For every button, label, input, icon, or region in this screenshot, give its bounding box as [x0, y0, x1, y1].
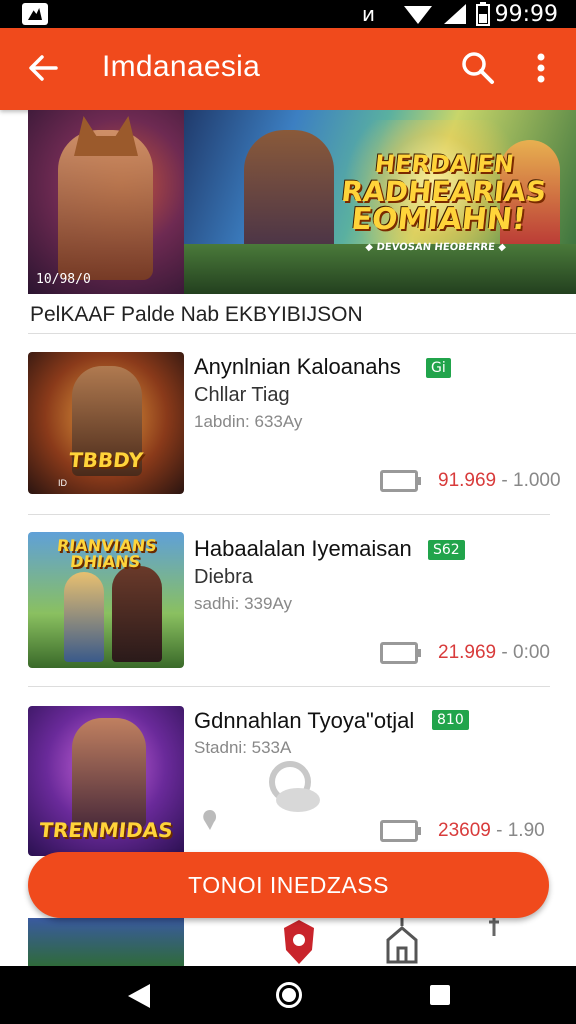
red-shield-icon[interactable] [274, 916, 324, 966]
ghost-pin-icon [203, 810, 217, 830]
game-thumbnail: RIANVIANS DHIANS [28, 532, 184, 668]
rating-badge: Gi [426, 358, 451, 378]
banner-corner-tag: 10/98/0 [36, 272, 91, 287]
item-subtitle: Chllar Tiag [194, 384, 290, 406]
install-icon[interactable] [380, 820, 421, 842]
price-suffix: 1.90 [507, 820, 545, 841]
primary-action-button[interactable]: TONOI INEDZASS [28, 852, 549, 918]
thumbnail-sub: ID [58, 478, 67, 488]
section-header: PelKAAF Palde Nab EKBYIBIJSON [28, 294, 576, 334]
banner-hero-art [28, 110, 184, 294]
more-vert-icon[interactable] [526, 48, 556, 88]
item-price: 91.969 - 1.000 [438, 470, 561, 492]
search-icon[interactable] [458, 48, 498, 88]
item-subtitle: Diebra [194, 566, 253, 588]
next-item-thumbnail [28, 918, 184, 966]
item-price: 21.969 - 0:00 [438, 642, 550, 664]
banner-title-line: HERDAIEN [373, 150, 516, 178]
item-price: 23609 - 1.90 [438, 820, 545, 842]
loading-ghost-icon [269, 761, 320, 812]
status-time: 99:99 [494, 2, 558, 27]
item-name: Anynlnian Kaloanahs [194, 354, 401, 379]
price-value: 21.969 [438, 642, 497, 663]
cell-signal-icon [444, 4, 466, 24]
section-title: PelKAAF Palde Nab EKBYIBIJSON [30, 303, 363, 326]
battery-icon [476, 2, 490, 26]
back-arrow-icon[interactable] [24, 48, 64, 88]
rating-badge: S62 [428, 540, 465, 560]
price-separator: - [496, 470, 514, 491]
app-bar: Imdanaesia [0, 28, 576, 110]
price-value: 23609 [438, 820, 491, 841]
game-thumbnail: TBBDY ID [28, 352, 184, 494]
nav-recents-icon[interactable] [430, 985, 450, 1005]
list-item[interactable]: RIANVIANS DHIANS Habaalalan Iyemaisan S6… [0, 528, 576, 698]
install-icon[interactable] [380, 642, 421, 664]
price-separator: - [496, 642, 514, 663]
nav-home-icon[interactable] [276, 982, 302, 1008]
system-nav-bar [0, 966, 576, 1024]
list-divider [28, 686, 550, 687]
wifi-icon [404, 6, 432, 24]
thumbnail-character [72, 718, 146, 828]
item-meta: Stadni: 533A [194, 738, 292, 757]
thumbnail-character [112, 566, 162, 662]
app-bar-title: Imdanaesia [102, 50, 261, 83]
thumbnail-title: TRENMIDAS [38, 818, 174, 842]
tower-icon[interactable] [380, 916, 424, 966]
item-meta: sadhi: 339Ay [194, 594, 292, 613]
price-suffix: 1.000 [513, 470, 561, 491]
nav-back-icon[interactable] [128, 984, 150, 1008]
item-meta: 1abdin: 633Ay [194, 412, 303, 431]
list-item[interactable]: TBBDY ID Anynlnian Kaloanahs Gi Chllar T… [0, 348, 576, 518]
item-name: Gdnnahlan Tyoya"otjal [194, 708, 415, 733]
thumbnail-title: TBBDY [67, 448, 145, 472]
price-value: 91.969 [438, 470, 497, 491]
thumbnail-title: RIANVIANS DHIANS [56, 536, 158, 571]
list-divider [28, 514, 550, 515]
primary-action-label: TONOI INEDZASS [188, 872, 389, 898]
banner-game-title: HERDAIEN RADHEARIAS EOMIAHN! ◆ DEVOSAN H… [334, 150, 548, 262]
signal-wave-icon: ᴎ [362, 2, 375, 26]
thumbnail-character [64, 572, 104, 662]
pin-icon[interactable] [486, 916, 502, 938]
install-icon[interactable] [380, 470, 421, 492]
banner-title-line: ◆ DEVOSAN HEOBERRE ◆ [364, 242, 507, 253]
featured-banner[interactable]: HERDAIEN RADHEARIAS EOMIAHN! ◆ DEVOSAN H… [28, 110, 576, 294]
banner-title-line: EOMIAHN! [349, 202, 528, 237]
game-thumbnail: TRENMIDAS [28, 706, 184, 856]
item-name: Habaalalan Iyemaisan [194, 536, 412, 561]
rating-badge: 810 [432, 710, 469, 730]
status-bar: ᴎ 99:99 [0, 0, 576, 28]
price-separator: - [490, 820, 508, 841]
hero-helmet [74, 116, 138, 156]
app-logo-icon [22, 3, 48, 25]
price-suffix: 0:00 [513, 642, 550, 663]
